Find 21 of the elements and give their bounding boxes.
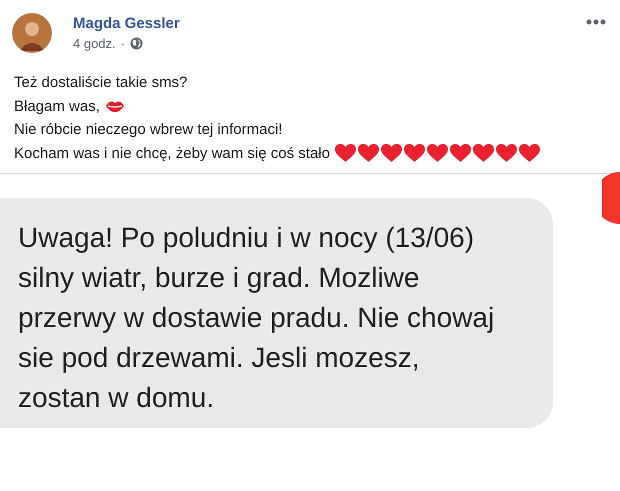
heart-icon [358, 144, 379, 163]
heart-icon [518, 144, 540, 163]
post-text: Kocham was i nie chcę, żeby wam się coś stało [14, 144, 330, 164]
heart-icon [450, 144, 471, 163]
heart-icon [334, 144, 356, 163]
globe-icon [130, 37, 143, 50]
heart-icon [496, 144, 517, 163]
lips-icon [104, 99, 125, 114]
post-text: Też dostaliście takie sms? [14, 73, 188, 93]
heart-icon [380, 144, 402, 163]
avatar[interactable] [12, 13, 52, 53]
heart-icon [404, 144, 425, 163]
post-time[interactable]: 4 godz. [73, 36, 116, 51]
message-text: Uwaga! Po poludniu i w nocy (13/06) silny wiatr, burze i grad. Mozliwe przerwy w dostawie pradu. Nie chowaj sie pod drzewami. Jesli mozesz, zostan w domu. [18, 221, 496, 415]
separator-dot: · [120, 36, 125, 51]
heart-icon [472, 144, 494, 163]
author-name[interactable]: Magda Gessler [73, 15, 565, 32]
post-text: Nie róbcie nieczego wbrew tej informaci! [14, 120, 282, 140]
post-text: Błagam was, [14, 96, 100, 116]
heart-icon [426, 144, 448, 163]
more-options-icon[interactable] [586, 19, 606, 25]
